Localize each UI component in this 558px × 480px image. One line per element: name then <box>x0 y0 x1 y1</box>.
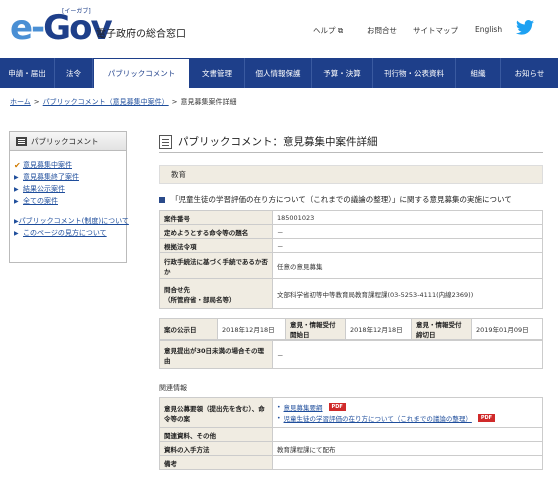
english-link[interactable]: English <box>475 25 502 34</box>
square-bullet-icon <box>159 196 165 203</box>
sidebar-title: パブリックコメント <box>31 136 99 146</box>
nav-item-documents[interactable]: 文書管理 <box>190 58 245 88</box>
sidebar-item-howto[interactable]: ▶ このページの見方について <box>14 227 126 239</box>
site-subtitle: 電子政府の総合窓口 <box>96 29 186 40</box>
sitemap-link[interactable]: サイトマップ <box>413 25 458 36</box>
twitter-icon[interactable] <box>516 20 534 35</box>
table-row: 資料の入手方法 教育課程課にて配布 <box>159 441 543 456</box>
contact-link[interactable]: お問合せ <box>367 25 397 36</box>
document-icon <box>159 134 172 149</box>
global-nav: 申請・届出 法令 パブリックコメント 文書管理 個人情報保護 予算・決算 刊行物… <box>0 58 558 88</box>
sidebar-item-open[interactable]: ✔ 意見募集中案件 <box>14 159 126 171</box>
notice-title: 「児童生徒の学習評価の在り方について（これまでの議論の整理）」に関する意見募集の… <box>159 194 512 205</box>
related-link[interactable]: • 児童生徒の学習評価の在り方について（これまでの議論の整理） PDF <box>277 413 538 424</box>
site-header: [イーガブ] e-Gov 電子政府の総合窓口 ヘルプ ⧉ お問合せ サイトマップ… <box>0 0 558 56</box>
external-link-icon: ⧉ <box>337 26 344 35</box>
table-row: 意見公募要領（提出先を含む）、命令等の案 • 意見募集要綱 PDF • 児童生徒の学習… <box>159 397 543 428</box>
category-bar: 教育 <box>159 165 543 184</box>
breadcrumb-public-comment[interactable]: パブリックコメント（意見募集中案件） <box>43 98 169 106</box>
table-row: 案の公示日 2018年12月18日 意見・情報受付開始日 2018年12月18日… <box>159 318 543 340</box>
breadcrumb: ホーム > パブリックコメント（意見募集中案件） > 意見募集案件詳細 <box>10 98 237 106</box>
nav-item-public-comment[interactable]: パブリックコメント <box>93 58 190 88</box>
page-title-bar: パブリックコメント：意見募集中案件詳細 <box>159 131 543 153</box>
table-row: 定めようとする命令等の題名 － <box>159 224 543 239</box>
nav-item-laws[interactable]: 法令 <box>55 58 93 88</box>
sidebar-header: パブリックコメント <box>10 132 126 151</box>
table-row: 意見提出が30日未満の場合その理由 － <box>159 340 543 369</box>
table-row: 案件番号 185001023 <box>159 210 543 225</box>
related-link[interactable]: • 意見募集要綱 PDF <box>277 402 538 413</box>
nav-item-organization[interactable]: 組織 <box>456 58 501 88</box>
help-link[interactable]: ヘルプ ⧉ <box>313 25 343 36</box>
table-row: 問合せ先 （所管府省・部局名等） 文部科学省初等中等教育局教育課程課(03-52… <box>159 278 543 309</box>
reason-table: 意見提出が30日未満の場合その理由 － <box>159 340 543 369</box>
nav-item-privacy[interactable]: 個人情報保護 <box>245 58 312 88</box>
table-row: 関連資料、その他 <box>159 427 543 442</box>
pdf-badge: PDF <box>477 414 496 422</box>
list-icon <box>16 136 27 146</box>
checkmark-icon: ✔ <box>14 160 21 170</box>
related-info-title: 関連情報 <box>159 384 187 392</box>
logo-ruby: [イーガブ] <box>62 8 91 15</box>
detail-table: 案件番号 185001023 定めようとする命令等の題名 － 根拠法令項 － 行… <box>159 210 543 309</box>
dates-table: 案の公示日 2018年12月18日 意見・情報受付開始日 2018年12月18日… <box>159 318 543 340</box>
nav-item-news[interactable]: お知らせ <box>501 58 558 88</box>
related-table: 意見公募要領（提出先を含む）、命令等の案 • 意見募集要綱 PDF • 児童生徒の学習… <box>159 397 543 470</box>
breadcrumb-current: 意見募集案件詳細 <box>180 98 237 106</box>
breadcrumb-home[interactable]: ホーム <box>10 98 31 106</box>
arrow-icon: ▶ <box>14 185 19 193</box>
nav-item-applications[interactable]: 申請・届出 <box>0 58 55 88</box>
sidebar-item-closed[interactable]: ▶ 意見募集終了案件 <box>14 171 126 183</box>
arrow-icon: ▶ <box>14 197 19 205</box>
pdf-badge: PDF <box>328 403 346 411</box>
sidebar-item-results[interactable]: ▶ 結果公示案件 <box>14 183 126 195</box>
nav-item-publications[interactable]: 刊行物・公表資料 <box>373 58 456 88</box>
sidebar-list: ✔ 意見募集中案件 ▶ 意見募集終了案件 ▶ 結果公示案件 ▶ 全ての案件 ▶ パブリック… <box>10 151 129 239</box>
sidebar: パブリックコメント ✔ 意見募集中案件 ▶ 意見募集終了案件 ▶ 結果公示案件 ▶ 全て… <box>9 131 129 263</box>
table-row: 行政手続法に基づく手続であるか否か 任意の意見募集 <box>159 252 543 279</box>
page-title: パブリックコメント：意見募集中案件詳細 <box>178 136 378 148</box>
table-row: 備考 <box>159 455 543 470</box>
sidebar-item-all[interactable]: ▶ 全ての案件 <box>14 195 126 207</box>
arrow-icon: ▶ <box>14 173 19 181</box>
sidebar-item-system[interactable]: ▶ パブリックコメント(制度)について <box>14 215 129 227</box>
table-row: 根拠法令項 － <box>159 238 543 253</box>
arrow-icon: ▶ <box>14 229 19 237</box>
nav-item-budget[interactable]: 予算・決算 <box>312 58 373 88</box>
